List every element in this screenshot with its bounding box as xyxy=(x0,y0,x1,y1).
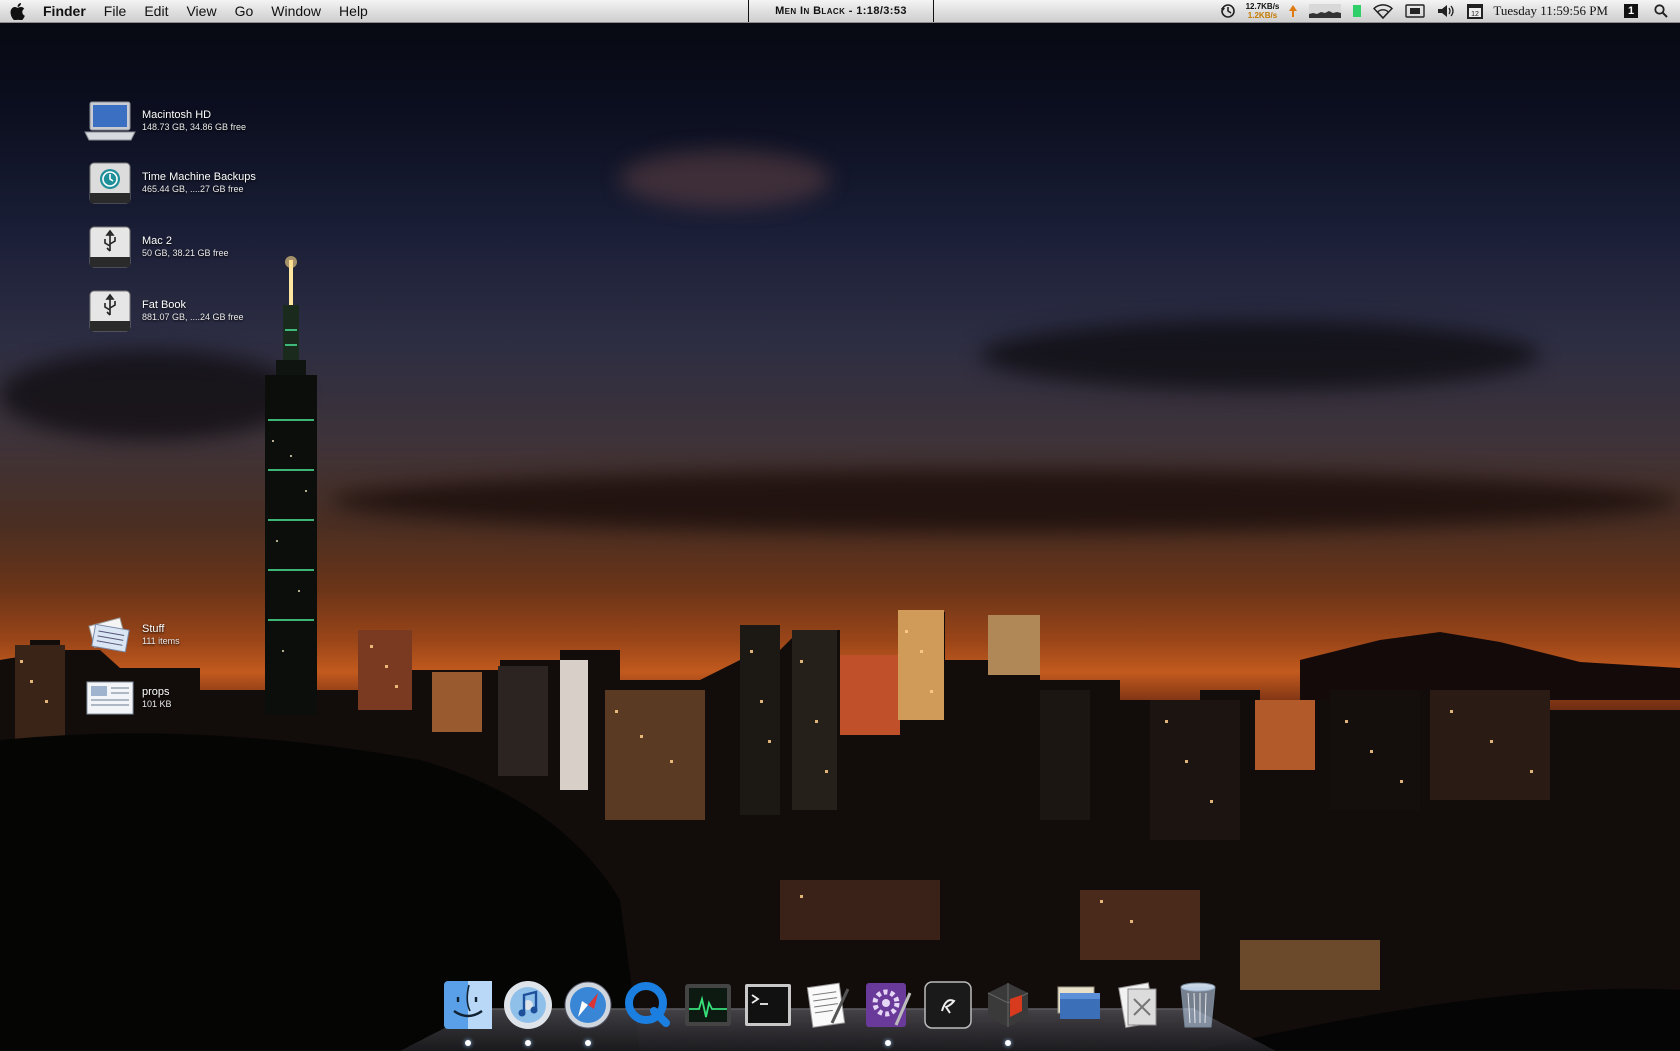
calendar-day: 12 xyxy=(1471,11,1479,18)
desktop-icon-name: Mac 2 xyxy=(142,235,172,247)
menu-window[interactable]: Window xyxy=(262,0,330,22)
menu-extras: 12.7KB/s 1.2KB/s 12 Tuesday 11:59:56 PM … xyxy=(1214,0,1680,22)
net-download-speed: 1.2KB/s xyxy=(1247,11,1278,20)
dock-item-documents-stack[interactable] xyxy=(1049,976,1107,1034)
dock-item-activity-monitor[interactable] xyxy=(679,976,737,1034)
now-playing-text: Men In Black - 1:18/3:53 xyxy=(775,5,907,17)
terminal-icon xyxy=(745,984,791,1026)
running-indicator xyxy=(465,1040,471,1046)
usb-drive-icon xyxy=(82,222,138,272)
app-menu-finder[interactable]: Finder xyxy=(34,0,95,22)
dock-item-itunes[interactable] xyxy=(499,976,557,1046)
activity-arrow-icon[interactable] xyxy=(1283,0,1303,22)
textedit-icon xyxy=(806,982,850,1028)
menu-go[interactable]: Go xyxy=(226,0,263,22)
desktop-icon-macintosh-hd[interactable]: Macintosh HD 148.73 GB, 34.86 GB free xyxy=(82,96,246,146)
desktop-icon-info: 881.07 GB, ....24 GB free xyxy=(142,312,244,322)
spaces-indicator[interactable]: 1 xyxy=(1618,0,1644,22)
spotlight-search-icon[interactable] xyxy=(1644,0,1680,22)
desktop-icon-name: Time Machine Backups xyxy=(142,171,256,183)
desktop-icon-name: props xyxy=(142,686,170,698)
menu-file[interactable]: File xyxy=(95,0,136,22)
desktop-icon-info: 111 items xyxy=(142,636,180,646)
dock-item-terminal[interactable] xyxy=(739,976,797,1034)
network-speed-monitor[interactable]: 12.7KB/s 1.2KB/s xyxy=(1242,0,1284,22)
time-machine-drive-icon xyxy=(82,158,138,208)
spaces-number: 1 xyxy=(1624,4,1638,18)
desktop-icon-name: Stuff xyxy=(142,623,165,635)
documents-stack-icon xyxy=(1057,986,1100,1019)
purple-gear-app-icon xyxy=(866,983,912,1027)
trash-icon xyxy=(1180,982,1216,1028)
desktop-icon-mac-2[interactable]: Mac 2 50 GB, 38.21 GB free xyxy=(82,222,229,272)
desktop-icon-time-machine-backups[interactable]: Time Machine Backups 465.44 GB, ....27 G… xyxy=(82,158,256,208)
menu-view[interactable]: View xyxy=(177,0,225,22)
safari-icon xyxy=(564,981,612,1029)
red-box-app-icon xyxy=(987,983,1029,1027)
apple-menu-icon[interactable] xyxy=(0,0,34,22)
desktop-icon-info: 101 KB xyxy=(142,699,172,709)
menu-clock[interactable]: Tuesday 11:59:56 PM xyxy=(1489,0,1618,22)
desktop-icon-name: Fat Book xyxy=(142,299,187,311)
downloads-stack-icon xyxy=(1118,982,1157,1029)
net-upload-speed: 12.7KB/s xyxy=(1245,2,1280,11)
itunes-icon xyxy=(504,981,552,1029)
menu-edit[interactable]: Edit xyxy=(135,0,177,22)
desktop-icon-name: Macintosh HD xyxy=(142,109,212,121)
laptop-drive-icon xyxy=(82,96,138,146)
menu-bar: Finder File Edit View Go Window Help Men… xyxy=(0,0,1680,23)
document-icon xyxy=(82,673,138,723)
dock-item-quicksilver[interactable] xyxy=(919,976,977,1034)
desktop-icon-stuff[interactable]: Stuff 111 items xyxy=(82,610,180,660)
desktop-icon-info: 50 GB, 38.21 GB free xyxy=(142,248,229,258)
taipei-101-tower xyxy=(265,256,317,715)
wifi-icon[interactable] xyxy=(1367,0,1399,22)
running-indicator xyxy=(525,1040,531,1046)
dock-item-textedit[interactable] xyxy=(799,976,857,1034)
dock-item-finder[interactable] xyxy=(439,976,497,1046)
finder-icon xyxy=(444,981,492,1029)
usb-drive-icon xyxy=(82,286,138,336)
stack-folder-icon xyxy=(82,610,138,660)
desktop-icon-info: 148.73 GB, 34.86 GB free xyxy=(142,122,247,132)
desktop-icon-info: 465.44 GB, ....27 GB free xyxy=(142,184,244,194)
desktop-icon-fat-book[interactable]: Fat Book 881.07 GB, ....24 GB free xyxy=(82,286,244,336)
display-mirroring-icon[interactable] xyxy=(1399,0,1431,22)
dock-item-transmit[interactable] xyxy=(979,976,1037,1046)
quicktime-icon xyxy=(625,982,670,1027)
dock-item-quicktime[interactable] xyxy=(619,976,677,1034)
activity-monitor-icon xyxy=(685,984,731,1026)
dock-item-script-editor[interactable] xyxy=(859,976,917,1046)
running-indicator xyxy=(585,1040,591,1046)
volume-icon[interactable] xyxy=(1431,0,1461,22)
desktop-icon-props[interactable]: props 101 KB xyxy=(82,673,172,723)
time-machine-status-icon[interactable] xyxy=(1214,0,1242,22)
cpu-graph-icon[interactable] xyxy=(1303,0,1347,22)
running-indicator xyxy=(1005,1040,1011,1046)
dock-item-trash[interactable] xyxy=(1169,976,1227,1034)
menu-help[interactable]: Help xyxy=(330,0,377,22)
now-playing-display[interactable]: Men In Black - 1:18/3:53 xyxy=(748,0,934,22)
calendar-icon[interactable]: 12 xyxy=(1461,0,1489,22)
dock-item-safari[interactable] xyxy=(559,976,617,1046)
running-indicator xyxy=(885,1040,891,1046)
quicksilver-icon xyxy=(924,981,972,1029)
battery-indicator-icon[interactable] xyxy=(1347,0,1367,22)
dock xyxy=(438,972,1228,1046)
dock-item-downloads-stack[interactable] xyxy=(1109,976,1167,1034)
